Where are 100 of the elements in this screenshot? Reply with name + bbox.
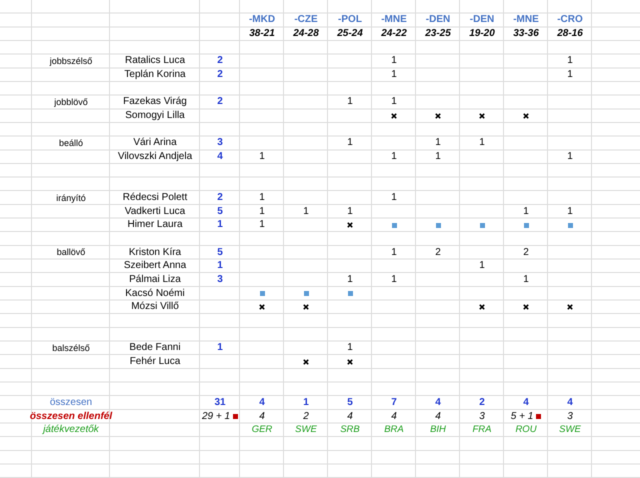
opponent-code: -CZE — [294, 15, 318, 26]
goal-value: 1 — [259, 193, 265, 204]
goal-count: 5 — [217, 248, 223, 258]
match-total: 5 + 1 — [510, 412, 534, 422]
goal-value: 1 — [391, 193, 397, 204]
square-icon — [436, 222, 440, 228]
goal-value: 1 — [479, 138, 485, 148]
goal-count: 1 — [217, 220, 223, 230]
cross-icon — [347, 358, 353, 365]
goal-count: 2 — [217, 56, 223, 66]
player-name: Szeibert Anna — [124, 261, 186, 272]
cross-icon — [259, 304, 265, 310]
match-total: 4 — [435, 398, 441, 408]
position-label: balszélső — [52, 344, 90, 353]
match-total: 3 — [567, 412, 573, 422]
position-label: jobblövő — [54, 98, 88, 107]
match-total: 4 — [567, 398, 573, 408]
player-name: Rédecsi Polett — [122, 193, 188, 204]
player-name: Mózsi Villő — [131, 302, 179, 312]
referee-code: SWE — [559, 425, 581, 435]
goal-count: 2 — [217, 193, 223, 204]
goal-value: 1 — [303, 206, 309, 217]
player-name: Vadkerti Luca — [124, 206, 186, 217]
cross-icon — [303, 358, 309, 365]
total-label: összesen — [50, 398, 92, 408]
referee-code: BRA — [384, 425, 404, 435]
opponent-code: -MNE — [381, 15, 407, 26]
player-name: Somogyi Lilla — [125, 111, 185, 122]
referee-code: BIH — [430, 425, 446, 435]
referee-code: SWE — [295, 425, 317, 435]
cross-icon — [479, 113, 485, 120]
goal-value: 1 — [391, 70, 397, 80]
position-label: irányító — [56, 194, 86, 203]
referees-label: játékvezetők — [43, 425, 99, 436]
match-total: 4 — [523, 398, 529, 408]
goal-value: 1 — [259, 206, 265, 217]
goal-value: 1 — [523, 274, 529, 285]
square-icon — [348, 291, 352, 296]
player-name: Kriston Kíra — [128, 248, 182, 258]
goal-count: 3 — [217, 138, 223, 148]
square-icon — [392, 222, 396, 228]
goal-value: 1 — [259, 152, 265, 162]
player-name: Pálmai Liza — [129, 274, 181, 285]
match-total: 2 — [479, 398, 485, 408]
goal-count: 2 — [217, 70, 223, 80]
cross-icon — [435, 113, 441, 120]
player-name: Bede Fanni — [129, 343, 181, 354]
opponent-code: -DEN — [470, 15, 494, 26]
square-icon — [524, 222, 528, 228]
player-name: Fehér Luca — [130, 356, 180, 367]
goal-value: 1 — [391, 152, 397, 162]
match-score: 28-16 — [557, 29, 583, 40]
match-total: 4 — [347, 412, 353, 422]
position-label: beálló — [58, 138, 84, 148]
goal-count: 2 — [217, 97, 223, 108]
player-name: Kacsó Noémi — [125, 288, 185, 299]
match-total: 3 — [479, 412, 485, 422]
opponent-code: -MKD — [248, 15, 276, 26]
goal-count: 4 — [217, 152, 223, 162]
match-total: 1 — [303, 398, 309, 408]
goal-value: 2 — [435, 248, 441, 258]
match-score: 19-20 — [469, 29, 495, 40]
cross-icon — [303, 304, 309, 310]
goal-value: 1 — [479, 261, 485, 272]
cross-icon — [347, 222, 353, 228]
square-icon — [260, 291, 264, 296]
cross-icon — [391, 113, 397, 120]
player-name: Fazekas Virág — [123, 97, 187, 108]
goal-value: 1 — [347, 274, 353, 285]
cross-icon — [523, 113, 529, 120]
overall-total: 31 — [214, 398, 226, 408]
square-icon — [480, 222, 484, 228]
opponent-code: -CRO — [557, 15, 583, 26]
goal-value: 1 — [347, 206, 353, 217]
match-total: 5 — [347, 398, 353, 408]
goal-value: 1 — [567, 206, 573, 217]
match-score: 24-28 — [293, 29, 319, 40]
position-label: ballövő — [56, 248, 86, 258]
cross-icon — [479, 304, 485, 310]
match-score: 38-21 — [249, 29, 275, 40]
goal-value: 1 — [435, 138, 441, 148]
goal-value: 1 — [347, 97, 353, 108]
match-score: 24-22 — [381, 29, 407, 40]
player-name: Vilovszki Andjela — [118, 152, 192, 162]
player-name: Ratalics Luca — [124, 56, 186, 66]
square-icon — [568, 222, 572, 228]
match-total: 4 — [435, 412, 441, 422]
goal-count: 1 — [217, 261, 223, 272]
goal-value: 1 — [435, 152, 441, 162]
goal-value: 1 — [391, 56, 397, 66]
overall-total: 29 + 1 — [202, 412, 230, 422]
player-name: Teplán Korina — [124, 70, 186, 80]
cross-icon — [523, 304, 529, 310]
goal-value: 1 — [347, 138, 353, 148]
goal-value: 1 — [391, 274, 397, 285]
goal-value: 1 — [391, 97, 397, 108]
goal-value: 2 — [523, 248, 529, 258]
match-total: 4 — [259, 398, 265, 408]
player-name: Himer Laura — [127, 220, 183, 230]
match-score: 33-36 — [513, 29, 539, 40]
